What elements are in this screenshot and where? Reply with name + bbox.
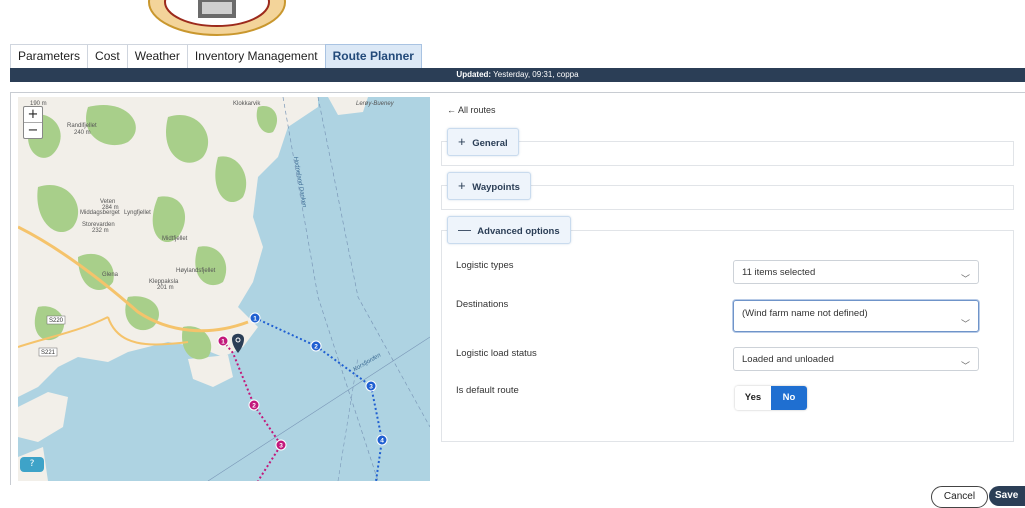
map-label: Midtfjellet (162, 236, 188, 242)
map-label: Glena (102, 272, 119, 278)
save-button[interactable]: Save (989, 486, 1025, 506)
arrow-left-icon: ← (447, 105, 456, 115)
waypoint-marker[interactable]: 2 (314, 344, 318, 351)
general-section-body (441, 141, 1014, 166)
waypoint-marker[interactable]: 3 (279, 443, 283, 450)
map-label: Lerøy-Bueney (356, 101, 395, 107)
destinations-value: (Wind farm name not defined) (742, 308, 868, 319)
all-routes-link[interactable]: ← All routes (447, 105, 496, 115)
cancel-button[interactable]: Cancel (931, 486, 988, 508)
status-label: Updated: (456, 70, 492, 79)
chevron-down-icon: ﹀ (960, 319, 970, 329)
waypoint-marker[interactable]: 1 (221, 339, 225, 346)
map-label: Randifjellet (67, 123, 97, 129)
is-default-route-label: Is default route (456, 385, 519, 396)
tab-cost[interactable]: Cost (87, 44, 127, 68)
logistic-types-label: Logistic types (456, 260, 514, 271)
map-label: Lyngfjellet (124, 210, 151, 216)
advanced-options-label: Advanced options (477, 226, 560, 237)
map-view[interactable]: 190 m Klokkarvik Lerøy-Bueney Randifjell… (18, 97, 430, 481)
tab-parameters[interactable]: Parameters (10, 44, 88, 68)
tab-inventory-management[interactable]: Inventory Management (186, 44, 325, 68)
logistic-load-status-select[interactable]: Loaded and unloaded ﹀ (733, 347, 979, 371)
chevron-down-icon: ﹀ (960, 274, 970, 284)
general-toggle-button[interactable]: + General (447, 128, 519, 156)
logistic-load-status-value: Loaded and unloaded (742, 354, 834, 365)
default-route-no-button[interactable]: No (771, 386, 807, 410)
all-routes-label: All routes (458, 105, 496, 115)
map-label: 201 m (157, 285, 174, 291)
logistic-types-select[interactable]: 11 items selected ﹀ (733, 260, 979, 284)
map-zoom-control: + − (23, 106, 43, 139)
map-label: 240 m (74, 130, 91, 136)
zoom-out-button[interactable]: − (24, 122, 42, 138)
status-value: Yesterday, 09:31, coppa (493, 70, 579, 79)
destinations-label: Destinations (456, 299, 509, 310)
map-help-icon[interactable]: ? (20, 457, 44, 472)
default-route-toggle: Yes No (735, 386, 807, 410)
plus-icon: + (458, 178, 466, 193)
road-shield-label: S220 (49, 318, 64, 324)
waypoint-marker[interactable]: 2 (252, 403, 256, 410)
logistic-load-status-label: Logistic load status (456, 348, 537, 359)
tab-weather[interactable]: Weather (126, 44, 187, 68)
map-label: Klokkarvik (233, 101, 261, 107)
advanced-options-toggle-button[interactable]: — Advanced options (447, 216, 571, 244)
destinations-select[interactable]: (Wind farm name not defined) ﹀ (733, 300, 979, 332)
map-label: 232 m (92, 228, 109, 234)
zoom-in-button[interactable]: + (24, 107, 42, 122)
waypoint-marker[interactable]: 3 (369, 384, 373, 391)
plus-icon: + (458, 134, 466, 149)
general-label: General (472, 138, 508, 149)
status-bar: Updated: Yesterday, 09:31, coppa (10, 68, 1025, 82)
waypoints-toggle-button[interactable]: + Waypoints (447, 172, 531, 200)
chevron-down-icon: ﹀ (960, 361, 970, 371)
waypoint-marker[interactable]: 1 (253, 316, 257, 323)
company-logo (146, 0, 289, 36)
road-shield-label: S221 (41, 350, 56, 356)
map-label: Middagsberget (80, 210, 120, 216)
logistic-types-value: 11 items selected (742, 267, 816, 278)
waypoints-label: Waypoints (472, 182, 520, 193)
waypoint-marker[interactable]: 4 (380, 438, 384, 445)
main-tabs: Parameters Cost Weather Inventory Manage… (10, 44, 422, 68)
minus-icon: — (458, 222, 471, 237)
default-route-yes-button[interactable]: Yes (735, 386, 771, 410)
map-label: Høylandsfjellet (176, 268, 216, 274)
tab-route-planner[interactable]: Route Planner (324, 44, 422, 68)
